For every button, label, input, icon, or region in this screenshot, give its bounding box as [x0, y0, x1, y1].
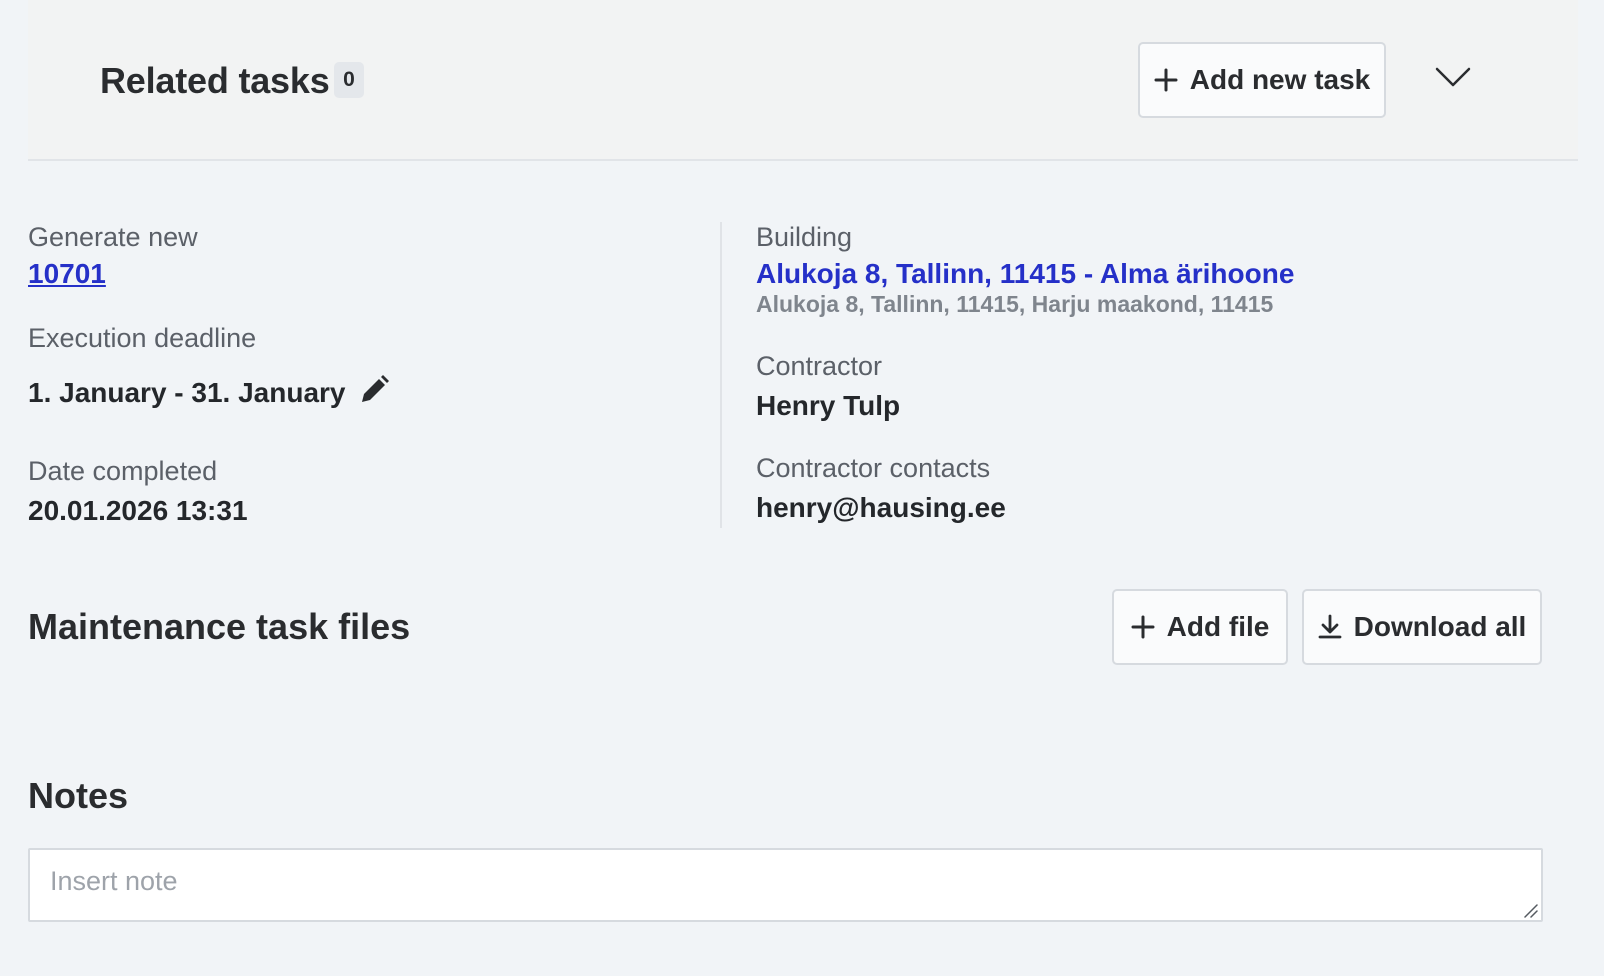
- generate-new-link[interactable]: 10701: [28, 258, 106, 290]
- add-file-button[interactable]: Add file: [1112, 589, 1288, 665]
- execution-deadline-value: 1. January - 31. January: [28, 377, 346, 408]
- contractor-contacts-value: henry@hausing.ee: [756, 492, 1006, 523]
- notes-title: Notes: [28, 775, 129, 816]
- contractor-value: Henry Tulp: [756, 390, 901, 421]
- plus-icon: [1131, 615, 1155, 639]
- date-completed-label: Date completed: [28, 456, 218, 486]
- column-divider: [720, 222, 722, 528]
- note-input[interactable]: [28, 848, 1543, 922]
- building-address: Alukoja 8, Tallinn, 11415, Harju maakond…: [756, 291, 1274, 317]
- generate-new-label: Generate new: [28, 222, 198, 252]
- related-tasks-panel: Related tasks 0 Add new task: [28, 0, 1578, 161]
- download-icon: [1318, 614, 1342, 640]
- building-link[interactable]: Alukoja 8, Tallinn, 11415 - Alma ärihoon…: [756, 258, 1294, 290]
- chevron-down-icon: [1435, 66, 1471, 93]
- download-all-button[interactable]: Download all: [1302, 589, 1542, 665]
- maintenance-task-page: Related tasks 0 Add new task Generate ne…: [0, 0, 1604, 976]
- related-tasks-count-badge: 0: [334, 62, 364, 98]
- building-label: Building: [756, 222, 853, 252]
- add-new-task-button[interactable]: Add new task: [1138, 42, 1386, 118]
- add-new-task-label: Add new task: [1189, 64, 1371, 95]
- execution-deadline-label: Execution deadline: [28, 323, 257, 353]
- related-tasks-title: Related tasks: [100, 60, 330, 101]
- files-section-title: Maintenance task files: [28, 606, 411, 647]
- contractor-label: Contractor: [756, 351, 883, 381]
- contractor-contacts-label: Contractor contacts: [756, 453, 991, 483]
- date-completed-value: 20.01.2026 13:31: [28, 495, 248, 526]
- collapse-toggle[interactable]: [1432, 58, 1474, 100]
- plus-icon: [1154, 68, 1178, 92]
- download-all-label: Download all: [1353, 611, 1527, 642]
- pencil-icon[interactable]: [358, 374, 390, 406]
- add-file-label: Add file: [1166, 611, 1270, 642]
